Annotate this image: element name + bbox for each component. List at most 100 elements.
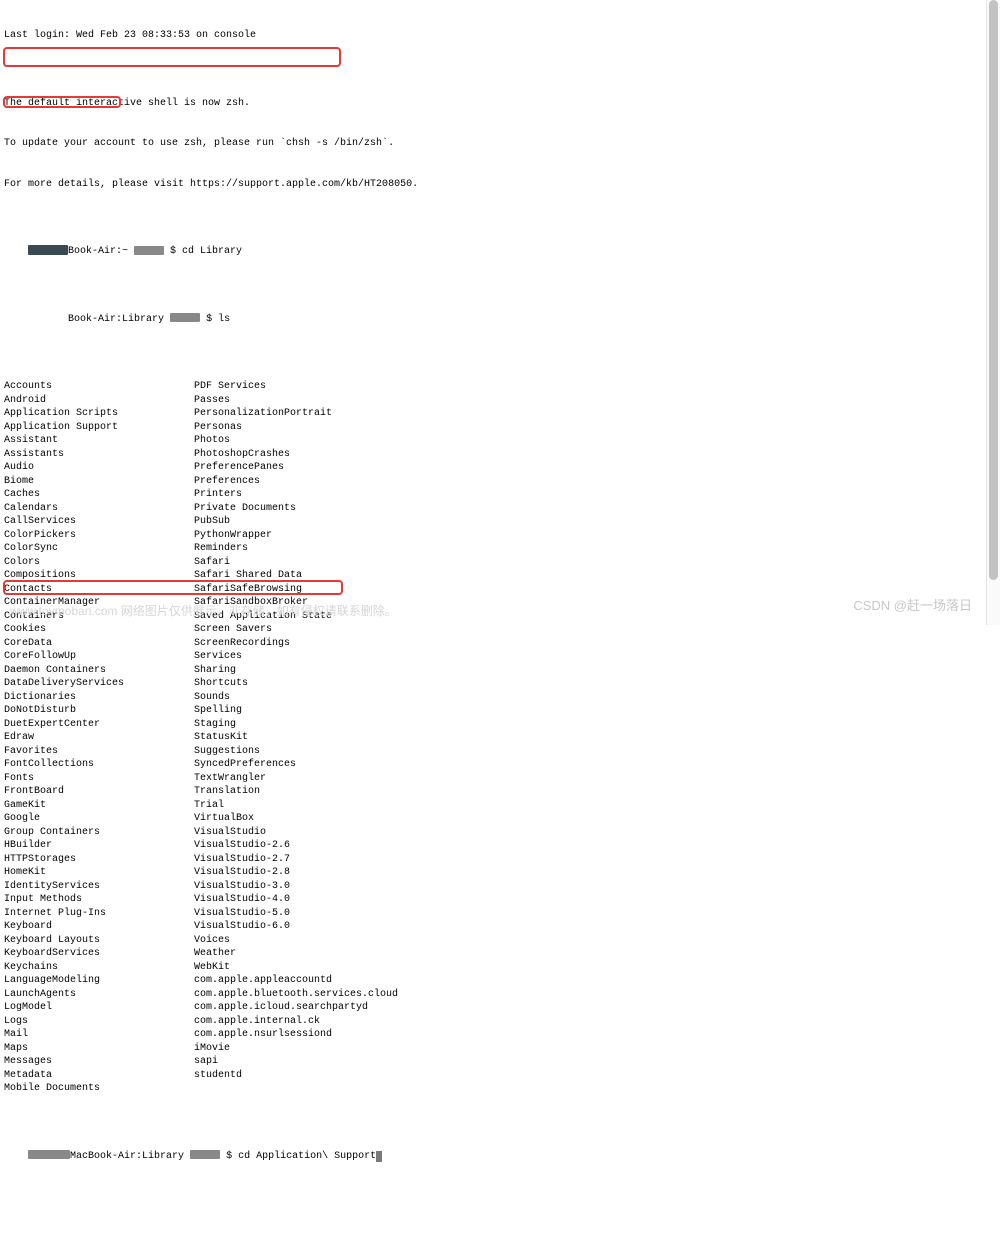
list-item: VisualStudio-4.0: [194, 893, 996, 907]
list-row: DictionariesSounds: [4, 691, 996, 705]
list-item: LaunchAgents: [4, 988, 194, 1002]
list-row: Mailcom.apple.nsurlsessiond: [4, 1028, 996, 1042]
list-row: FontCollectionsSyncedPreferences: [4, 758, 996, 772]
list-item: Weather: [194, 947, 996, 961]
list-item: Printers: [194, 488, 996, 502]
prompt-cmd: $ cd Application\ Support: [226, 1151, 376, 1162]
list-item: VisualStudio-2.7: [194, 853, 996, 867]
scrollbar-thumb[interactable]: [989, 0, 998, 580]
list-row: CoreFollowUpServices: [4, 650, 996, 664]
list-item: VisualStudio-5.0: [194, 907, 996, 921]
list-item: Passes: [194, 394, 996, 408]
list-item: PubSub: [194, 515, 996, 529]
list-item: WebKit: [194, 961, 996, 975]
prompt-host: Book-Air:Library: [68, 314, 170, 325]
list-row: HTTPStoragesVisualStudio-2.7: [4, 853, 996, 867]
list-item: Input Methods: [4, 893, 194, 907]
list-item: Caches: [4, 488, 194, 502]
redacted-user: [28, 1150, 70, 1159]
list-item: HBuilder: [4, 839, 194, 853]
list-item: Application Support: [4, 421, 194, 435]
list-row: Input MethodsVisualStudio-4.0: [4, 893, 996, 907]
list-item: VisualStudio-2.6: [194, 839, 996, 853]
list-row: EdrawStatusKit: [4, 731, 996, 745]
terminal-window[interactable]: Last login: Wed Feb 23 08:33:53 on conso…: [0, 0, 1000, 1246]
list-row: KeyboardServicesWeather: [4, 947, 996, 961]
list-row: DataDeliveryServicesShortcuts: [4, 677, 996, 691]
list-row: Internet Plug-InsVisualStudio-5.0: [4, 907, 996, 921]
list-item: Google: [4, 812, 194, 826]
last-login-line: Last login: Wed Feb 23 08:33:53 on conso…: [4, 29, 996, 43]
list-item: LanguageModeling: [4, 974, 194, 988]
watermark-right: CSDN @赶一场落日: [853, 597, 972, 615]
list-item: FontCollections: [4, 758, 194, 772]
list-item: VirtualBox: [194, 812, 996, 826]
list-item: com.apple.internal.ck: [194, 1015, 996, 1029]
list-item: StatusKit: [194, 731, 996, 745]
list-row: AccountsPDF Services: [4, 380, 996, 394]
list-row: BiomePreferences: [4, 475, 996, 489]
list-item: PDF Services: [194, 380, 996, 394]
list-item: PersonalizationPortrait: [194, 407, 996, 421]
list-row: FontsTextWrangler: [4, 772, 996, 786]
list-item: Translation: [194, 785, 996, 799]
list-item: Cookies: [4, 623, 194, 637]
list-item: Fonts: [4, 772, 194, 786]
list-row: Logscom.apple.internal.ck: [4, 1015, 996, 1029]
list-row: LanguageModelingcom.apple.appleaccountd: [4, 974, 996, 988]
list-item: HomeKit: [4, 866, 194, 880]
list-item: VisualStudio-3.0: [194, 880, 996, 894]
list-item: VisualStudio-2.8: [194, 866, 996, 880]
list-item: Trial: [194, 799, 996, 813]
list-row: CoreDataScreenRecordings: [4, 637, 996, 651]
prompt-host: MacBook-Air:Library: [70, 1151, 190, 1162]
scrollbar[interactable]: [986, 0, 1000, 625]
list-row: FrontBoardTranslation: [4, 785, 996, 799]
list-item: PhotoshopCrashes: [194, 448, 996, 462]
list-row: ColorsSafari: [4, 556, 996, 570]
list-item: Assistants: [4, 448, 194, 462]
list-item: Preferences: [194, 475, 996, 489]
list-item: SyncedPreferences: [194, 758, 996, 772]
list-row: FavoritesSuggestions: [4, 745, 996, 759]
list-row: KeyboardVisualStudio-6.0: [4, 920, 996, 934]
list-row: KeychainsWebKit: [4, 961, 996, 975]
list-item: ColorSync: [4, 542, 194, 556]
list-item: Safari: [194, 556, 996, 570]
list-row: CallServicesPubSub: [4, 515, 996, 529]
list-row: AndroidPasses: [4, 394, 996, 408]
zsh-notice-1: The default interactive shell is now zsh…: [4, 97, 996, 111]
list-item: PythonWrapper: [194, 529, 996, 543]
list-item: CallServices: [4, 515, 194, 529]
list-item: CoreData: [4, 637, 194, 651]
prompt-cmd: $ ls: [206, 314, 230, 325]
list-row: LogModelcom.apple.icloud.searchpartyd: [4, 1001, 996, 1015]
list-row: ColorPickersPythonWrapper: [4, 529, 996, 543]
list-item: Biome: [4, 475, 194, 489]
list-item: com.apple.appleaccountd: [194, 974, 996, 988]
list-item: Application Scripts: [4, 407, 194, 421]
list-row: AssistantPhotos: [4, 434, 996, 448]
list-item: DataDeliveryServices: [4, 677, 194, 691]
list-row: CookiesScreen Savers: [4, 623, 996, 637]
list-item: ColorPickers: [4, 529, 194, 543]
list-row: Mobile Documents: [4, 1082, 996, 1096]
zsh-notice-2: To update your account to use zsh, pleas…: [4, 137, 996, 151]
list-item: Edraw: [4, 731, 194, 745]
list-item: Metadata: [4, 1069, 194, 1083]
list-item: Messages: [4, 1055, 194, 1069]
redacted-user: [134, 246, 164, 255]
list-row: Group ContainersVisualStudio: [4, 826, 996, 840]
list-row: DuetExpertCenterStaging: [4, 718, 996, 732]
list-item: Sharing: [194, 664, 996, 678]
list-row: Application ScriptsPersonalizationPortra…: [4, 407, 996, 421]
watermark-left: www.toymoban.com 网络图片仅供展示，非存储，如有侵权请联系删除。: [10, 603, 397, 619]
list-item: Keyboard: [4, 920, 194, 934]
list-item: GameKit: [4, 799, 194, 813]
list-item: Suggestions: [194, 745, 996, 759]
list-item: Private Documents: [194, 502, 996, 516]
list-item: com.apple.bluetooth.services.cloud: [194, 988, 996, 1002]
prompt-cd-appsupport[interactable]: MacBook-Air:Library $ cd Application\ Su…: [4, 1136, 996, 1177]
list-row: LaunchAgentscom.apple.bluetooth.services…: [4, 988, 996, 1002]
list-item: Screen Savers: [194, 623, 996, 637]
